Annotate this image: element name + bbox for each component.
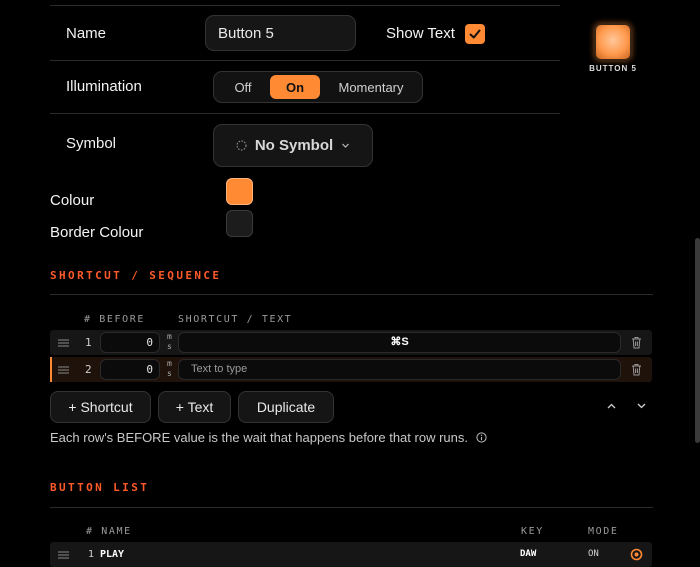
- chevron-down-icon: [342, 143, 350, 148]
- add-shortcut-button[interactable]: + Shortcut: [50, 391, 151, 423]
- move-down-icon[interactable]: [636, 402, 647, 410]
- column-header-name: # NAME: [86, 526, 132, 537]
- duplicate-button[interactable]: Duplicate: [238, 391, 334, 423]
- border-colour-swatch[interactable]: [226, 210, 253, 237]
- drag-handle-icon[interactable]: [58, 339, 69, 347]
- divider: [50, 60, 560, 61]
- column-header-key: KEY: [521, 526, 544, 537]
- drag-handle-icon[interactable]: [58, 366, 69, 374]
- button-key: DAW: [520, 549, 537, 559]
- name-input[interactable]: Button 5: [205, 15, 356, 51]
- button-preview: [594, 23, 632, 61]
- help-text-content: Each row's BEFORE value is the wait that…: [50, 430, 468, 445]
- move-up-icon[interactable]: [606, 402, 617, 410]
- name-label: Name: [66, 25, 107, 42]
- column-header-before: # BEFORE: [84, 314, 145, 325]
- illumination-on-option[interactable]: On: [270, 75, 320, 99]
- colour-label: Colour: [50, 192, 95, 209]
- drag-handle-icon[interactable]: [58, 551, 69, 559]
- show-text-checkbox[interactable]: [465, 24, 485, 44]
- unit-s: s: [167, 369, 172, 378]
- empty-symbol-icon: [236, 140, 247, 151]
- section-divider: [50, 294, 653, 295]
- symbol-label: Symbol: [66, 135, 117, 152]
- symbol-value: No Symbol: [254, 137, 334, 154]
- checkmark-icon: [469, 29, 481, 39]
- before-input[interactable]: 0: [100, 359, 160, 380]
- button-list-heading: BUTTON LIST: [50, 481, 150, 494]
- illumination-off-option[interactable]: Off: [218, 75, 268, 99]
- text-input-placeholder: Text to type: [191, 363, 248, 375]
- illumination-segmented-control: Off On Momentary: [213, 71, 423, 103]
- sequence-row: 2 0 m s Text to type: [50, 357, 652, 382]
- scrollbar[interactable]: [695, 238, 700, 443]
- shortcut-section-heading: SHORTCUT / SEQUENCE: [50, 269, 222, 282]
- trash-icon[interactable]: [631, 363, 642, 376]
- illumination-momentary-option[interactable]: Momentary: [324, 75, 418, 99]
- sequence-row: 1 0 m s ⌘S: [50, 330, 652, 355]
- unit-m: m: [167, 332, 172, 341]
- divider: [50, 113, 560, 114]
- column-header-mode: MODE: [588, 526, 619, 537]
- button-preview-caption: BUTTON 5: [589, 64, 637, 73]
- shortcut-input[interactable]: ⌘S: [178, 332, 621, 353]
- symbol-dropdown[interactable]: No Symbol: [213, 124, 373, 167]
- text-input[interactable]: Text to type: [178, 359, 621, 380]
- colour-swatch[interactable]: [226, 178, 253, 205]
- info-icon[interactable]: [475, 432, 487, 443]
- before-input[interactable]: 0: [100, 332, 160, 353]
- column-header-shortcut: SHORTCUT / TEXT: [178, 314, 293, 325]
- top-divider: [50, 5, 560, 6]
- border-colour-label: Border Colour: [50, 224, 144, 241]
- unit-s: s: [167, 342, 172, 351]
- add-text-button[interactable]: + Text: [158, 391, 231, 423]
- row-index: 1: [85, 336, 92, 349]
- unit-m: m: [167, 359, 172, 368]
- show-text-label: Show Text: [386, 25, 455, 42]
- section-divider: [50, 507, 653, 508]
- trash-icon[interactable]: [631, 336, 642, 349]
- illumination-label: Illumination: [66, 78, 142, 95]
- row-index: 2: [85, 363, 92, 376]
- help-text: Each row's BEFORE value is the wait that…: [50, 430, 487, 445]
- button-mode: ON: [588, 549, 599, 559]
